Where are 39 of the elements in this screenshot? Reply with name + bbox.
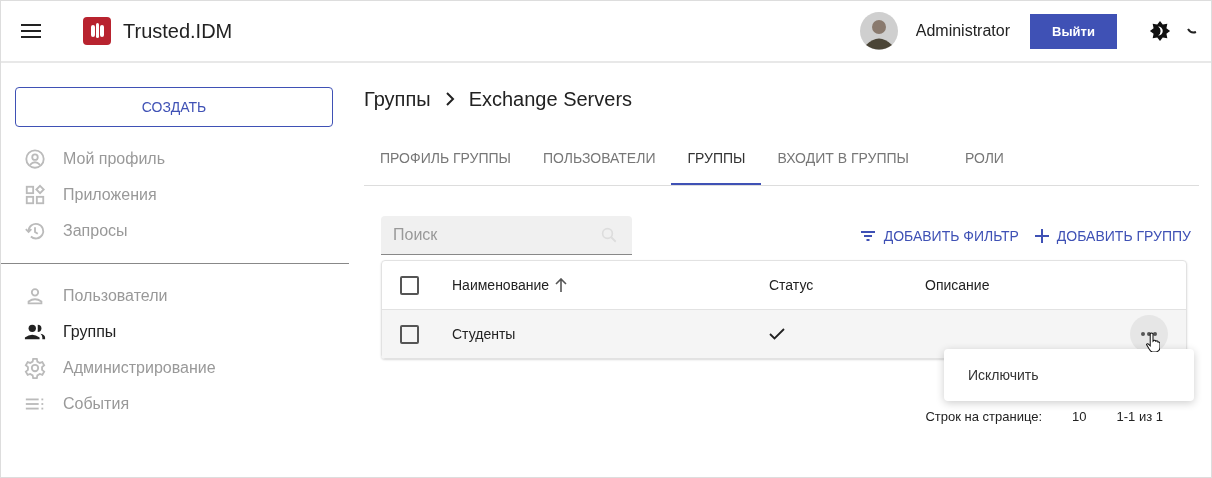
rows-per-page-label: Строк на странице:: [925, 409, 1043, 424]
checkbox[interactable]: [400, 275, 419, 295]
sort-arrow-icon[interactable]: [555, 278, 568, 292]
apps-icon: [24, 184, 46, 206]
column-header[interactable]: Описание: [925, 277, 990, 293]
chevron-icon: [444, 92, 455, 106]
more-icon: [1141, 332, 1157, 336]
tab[interactable]: ПРОФИЛЬ ГРУППЫ: [364, 133, 527, 185]
tab[interactable]: ВХОДИТ В ГРУППЫ: [761, 133, 925, 185]
avatar[interactable]: [859, 12, 898, 50]
plus-icon: [1034, 228, 1049, 243]
search-field[interactable]: Поиск: [381, 216, 632, 255]
theme-icon[interactable]: [1149, 20, 1171, 42]
column-header[interactable]: Наименование: [452, 277, 550, 293]
user-name: Administrator: [915, 22, 1010, 40]
create-button[interactable]: СОЗДАТЬ: [15, 87, 333, 127]
add-filter-button[interactable]: ДОБАВИТЬ ФИЛЬТР: [851, 227, 1027, 244]
page-title: Exchange Servers: [468, 87, 633, 111]
breadcrumb-link[interactable]: Группы: [364, 87, 431, 111]
tab[interactable]: ГРУППЫ: [671, 133, 762, 185]
add-group-button[interactable]: ДОБАВИТЬ ГРУППУ: [1026, 227, 1199, 244]
spinner-icon: [1187, 27, 1197, 35]
sidebar-item[interactable]: Группы: [1, 314, 349, 350]
checkbox[interactable]: [400, 324, 419, 344]
page-range: 1-1 из 1: [1116, 409, 1163, 424]
column-header[interactable]: Статус: [769, 277, 925, 293]
menu-item[interactable]: Исключить: [944, 357, 1194, 393]
logo-icon: [83, 17, 111, 45]
table-cell-text: Студенты: [452, 326, 517, 342]
rows-per-page-select[interactable]: 10: [1072, 409, 1087, 424]
gear-icon: [24, 357, 46, 379]
filter-icon: [859, 229, 876, 242]
tab[interactable]: РОЛИ: [924, 133, 1020, 185]
tab[interactable]: ПОЛЬЗОВАТЕЛИ: [527, 133, 672, 185]
menu-icon[interactable]: [21, 24, 41, 38]
history-icon: [24, 220, 46, 242]
logout-button[interactable]: Выйти: [1030, 13, 1117, 49]
app-title: Trusted.IDM: [123, 19, 233, 43]
profile-icon: [24, 148, 46, 170]
